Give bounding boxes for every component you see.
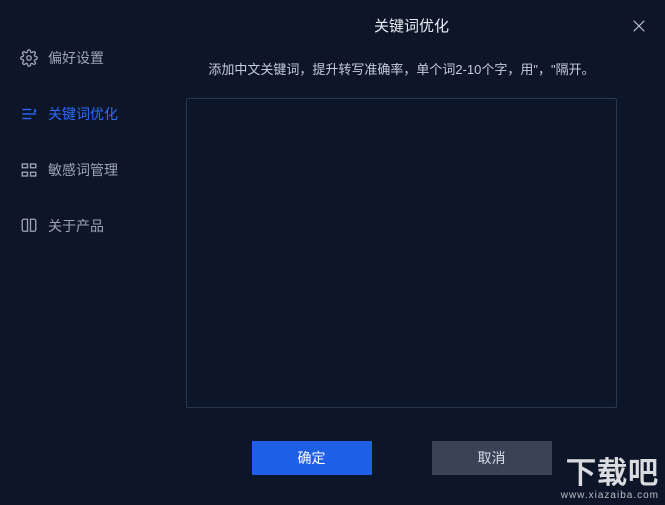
sidebar-item-label: 敏感词管理	[48, 160, 118, 180]
sidebar-item-about[interactable]: 关于产品	[0, 198, 157, 254]
sidebar-item-label: 偏好设置	[48, 48, 104, 68]
cancel-button[interactable]: 取消	[432, 441, 552, 475]
close-button[interactable]	[627, 14, 651, 38]
main-panel: 关键词优化 添加中文关键词，提升转写准确率，单个词2-10个字，用"，"隔开。 …	[158, 0, 665, 505]
sidebar-item-keyword-optimize[interactable]: 关键词优化	[0, 86, 157, 142]
content: 添加中文关键词，提升转写准确率，单个词2-10个字，用"，"隔开。 确定 取消	[158, 50, 665, 505]
blocks-icon	[20, 161, 38, 179]
header: 关键词优化	[158, 0, 665, 50]
sidebar-item-preferences[interactable]: 偏好设置	[0, 30, 157, 86]
close-icon	[630, 17, 648, 35]
textarea-wrap	[186, 98, 617, 422]
book-icon	[20, 217, 38, 235]
page-title: 关键词优化	[374, 15, 449, 36]
keyword-icon	[20, 105, 38, 123]
sidebar-item-sensitive-words[interactable]: 敏感词管理	[0, 142, 157, 198]
keywords-textarea[interactable]	[186, 98, 617, 408]
sidebar: 偏好设置 关键词优化 敏感词管理	[0, 0, 158, 505]
sidebar-item-label: 关于产品	[48, 216, 104, 236]
confirm-button[interactable]: 确定	[252, 441, 372, 475]
sidebar-item-label: 关键词优化	[48, 104, 118, 124]
gear-icon	[20, 49, 38, 67]
description-text: 添加中文关键词，提升转写准确率，单个词2-10个字，用"，"隔开。	[186, 60, 617, 80]
button-row: 确定 取消	[186, 441, 617, 505]
